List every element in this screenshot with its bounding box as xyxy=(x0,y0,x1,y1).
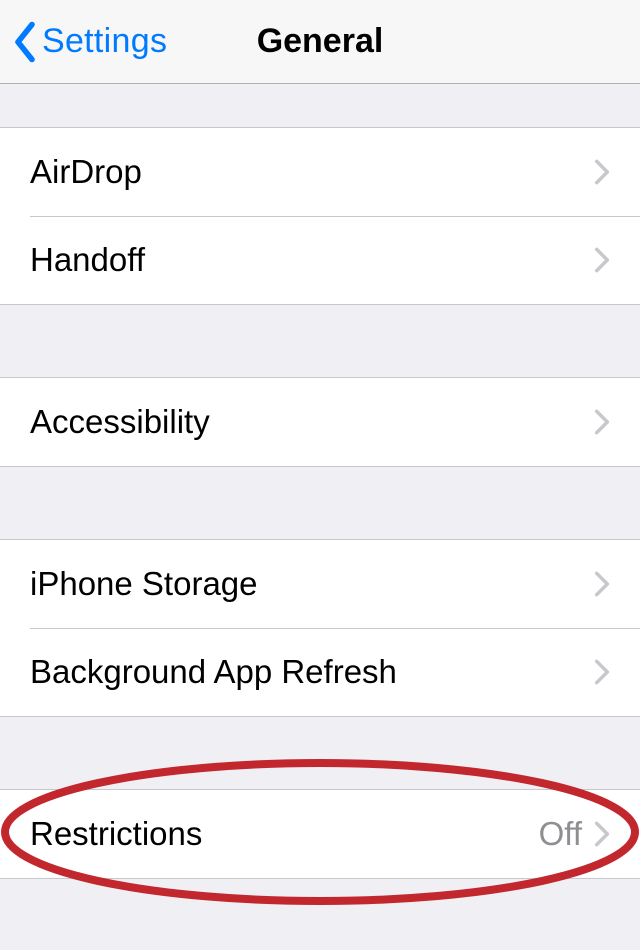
chevron-right-icon xyxy=(594,570,610,598)
row-label: iPhone Storage xyxy=(30,565,594,603)
page-title: General xyxy=(257,22,384,61)
group-1: AirDrop Handoff xyxy=(0,127,640,305)
back-label: Settings xyxy=(42,22,167,61)
row-label: Restrictions xyxy=(30,815,539,853)
row-label: AirDrop xyxy=(30,153,594,191)
row-iphone-storage[interactable]: iPhone Storage xyxy=(0,540,640,628)
group-gap xyxy=(0,305,640,377)
group-gap xyxy=(0,467,640,539)
group-gap xyxy=(0,717,640,789)
chevron-right-icon xyxy=(594,658,610,686)
chevron-left-icon xyxy=(12,21,38,63)
navbar: Settings General xyxy=(0,0,640,84)
back-button[interactable]: Settings xyxy=(12,0,167,83)
row-detail: Off xyxy=(539,815,582,853)
row-background-app-refresh[interactable]: Background App Refresh xyxy=(0,628,640,716)
group-2: Accessibility xyxy=(0,377,640,467)
row-handoff[interactable]: Handoff xyxy=(0,216,640,304)
group-gap xyxy=(0,84,640,127)
chevron-right-icon xyxy=(594,158,610,186)
chevron-right-icon xyxy=(594,246,610,274)
group-3: iPhone Storage Background App Refresh xyxy=(0,539,640,717)
chevron-right-icon xyxy=(594,820,610,848)
chevron-right-icon xyxy=(594,408,610,436)
row-label: Handoff xyxy=(30,241,594,279)
row-airdrop[interactable]: AirDrop xyxy=(0,128,640,216)
row-restrictions[interactable]: Restrictions Off xyxy=(0,790,640,878)
row-label: Background App Refresh xyxy=(30,653,594,691)
group-4: Restrictions Off xyxy=(0,789,640,879)
row-label: Accessibility xyxy=(30,403,594,441)
row-accessibility[interactable]: Accessibility xyxy=(0,378,640,466)
